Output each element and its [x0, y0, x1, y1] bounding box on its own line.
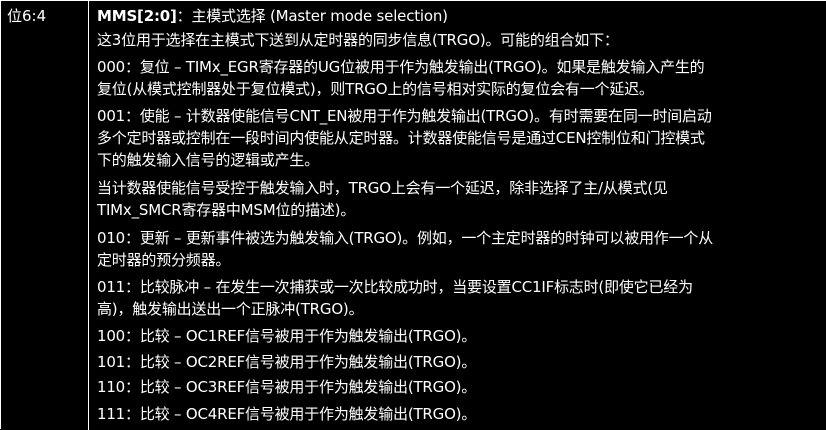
field-title-description: ：主模式选择 (Master mode selection): [176, 7, 448, 25]
option-010-line-2: 定时器的预分频器。: [97, 251, 231, 269]
bit-field-label: 位6:4: [7, 7, 47, 25]
bit-field-cell: 位6:4: [1, 1, 89, 430]
option-111-line: 111：比较 – OC4REF信号被用于作为触发输出(TRGO)。: [97, 405, 477, 423]
option-001-line-2: 多个定时器或控制在一段时间内使能从定时器。计数器使能信号是通过CEN控制位和门控…: [97, 129, 705, 147]
option-100-line: 100：比较 – OC1REF信号被用于作为触发输出(TRGO)。: [97, 327, 477, 345]
option-001-line-1: 001：使能 – 计数器使能信号CNT_EN被用于作为触发输出(TRGO)。有时…: [97, 107, 712, 125]
description-cell: MMS[2:0]：主模式选择 (Master mode selection) 这…: [90, 1, 826, 430]
option-110-line: 110：比较 – OC3REF信号被用于作为触发输出(TRGO)。: [97, 378, 477, 396]
register-description-table: 位6:4 MMS[2:0]：主模式选择 (Master mode selecti…: [0, 0, 826, 430]
option-011-line-2: 高)，触发输出送出一个正脉冲(TRGO)。: [97, 300, 364, 318]
option-001-note-line-1: 当计数器使能信号受控于触发输入时，TRGO上会有一个延迟，除非选择了主/从模式(…: [97, 179, 668, 197]
option-010-line-1: 010：更新 – 更新事件被选为触发输入(TRGO)。例如，一个主定时器的时钟可…: [97, 229, 713, 247]
option-011-line-1: 011：比较脉冲 – 在发生一次捕获或一次比较成功时，当要设置CC1IF标志时(…: [97, 278, 693, 296]
option-101-line: 101：比较 – OC2REF信号被用于作为触发输出(TRGO)。: [97, 353, 477, 371]
field-name: MMS[2:0]: [97, 7, 177, 25]
description-line: 这3位用于选择在主模式下送到从定时器的同步信息(TRGO)。可能的组合如下：: [97, 31, 619, 49]
field-title-line: MMS[2:0]：主模式选择 (Master mode selection): [97, 5, 448, 27]
option-001-line-3: 下的触发输入信号的逻辑或产生。: [97, 151, 320, 169]
option-001-note-line-2: TIMx_SMCR寄存器中MSM位的描述)。: [97, 201, 356, 219]
option-000-line-1: 000：复位 – TIMx_EGR寄存器的UG位被用于作为触发输出(TRGO)。…: [97, 58, 705, 76]
option-000-line-2: 复位(从模式控制器处于复位模式)，则TRGO上的信号相对实际的复位会有一个延迟。: [97, 80, 654, 98]
